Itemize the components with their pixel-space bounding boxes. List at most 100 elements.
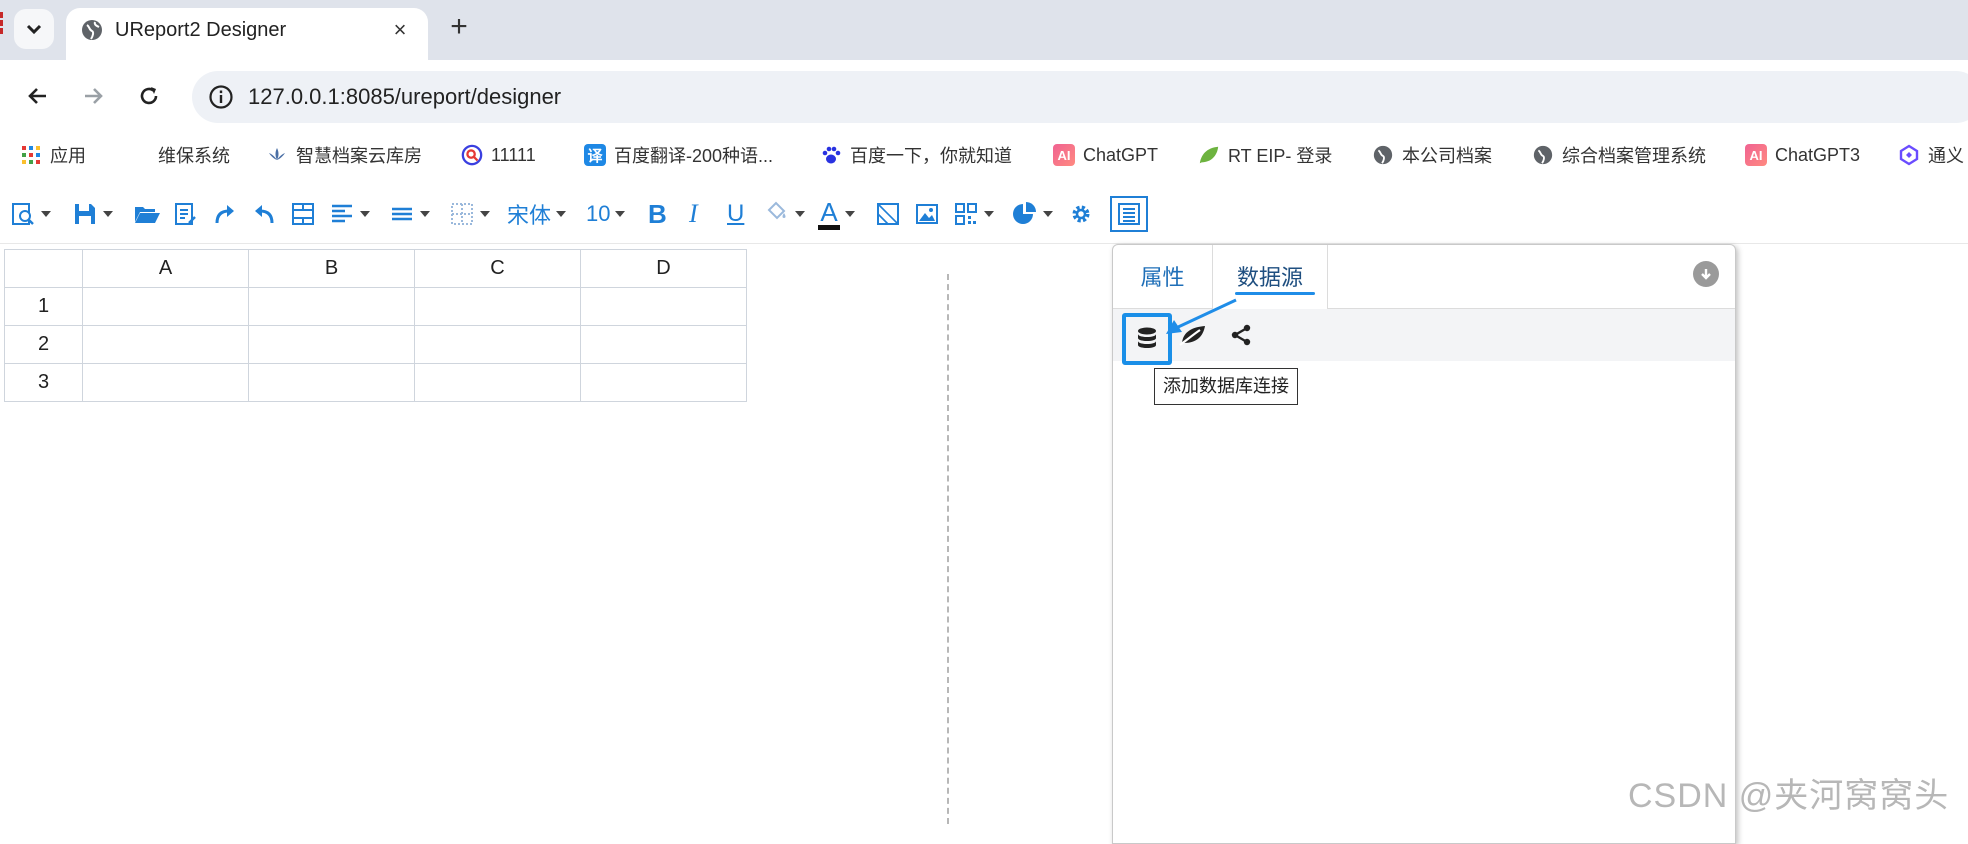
- italic-icon: I: [689, 199, 698, 228]
- grid-cell[interactable]: [580, 325, 747, 364]
- reload-button[interactable]: [131, 78, 167, 114]
- qrcode-button[interactable]: [953, 194, 994, 234]
- bold-icon: B: [648, 198, 667, 229]
- apps-grid-icon: [20, 144, 42, 166]
- panel-collapse-button[interactable]: [1693, 261, 1719, 287]
- bookmark-tongyi[interactable]: 通义: [1898, 134, 1964, 176]
- align-left-button[interactable]: [329, 194, 370, 234]
- leaf-icon: [1198, 144, 1220, 166]
- merge-cells-button[interactable]: [290, 194, 316, 234]
- paint-bucket-icon: [766, 201, 788, 227]
- bookmark-rt-eip[interactable]: RT EIP- 登录: [1198, 134, 1332, 176]
- bookmark-baidu-translate[interactable]: 译 百度翻译-200种语...: [584, 134, 773, 176]
- preview-icon: [12, 203, 34, 225]
- redo-icon: [215, 205, 234, 224]
- bold-button[interactable]: B: [648, 194, 667, 234]
- browser-tab-active[interactable]: UReport2 Designer ×: [66, 8, 428, 60]
- datasource-panel-toggle-button[interactable]: [1110, 196, 1148, 232]
- bookmark-archive-system[interactable]: 综合档案管理系统: [1532, 134, 1706, 176]
- back-button[interactable]: [20, 78, 56, 114]
- fill-color-button[interactable]: [764, 194, 805, 234]
- font-color-swatch: [818, 224, 840, 230]
- bookmarks-bar: 应用 维保系统 智慧档案云库房 11111 译 百度翻译-200种语... 百度…: [0, 134, 1968, 176]
- column-header-a[interactable]: A: [82, 249, 249, 288]
- row-header-2[interactable]: 2: [4, 325, 83, 364]
- pie-chart-icon: [1013, 202, 1036, 224]
- settings-button[interactable]: [1068, 194, 1094, 234]
- bookmark-11111[interactable]: 11111: [461, 134, 536, 176]
- row-header-3[interactable]: 3: [4, 363, 83, 402]
- italic-button[interactable]: I: [689, 194, 698, 234]
- search-circle-icon: [461, 144, 483, 166]
- undo-button[interactable]: [251, 194, 277, 234]
- slash-cell-button[interactable]: [875, 194, 901, 234]
- redo-button[interactable]: [212, 194, 238, 234]
- underline-icon: U: [727, 200, 745, 227]
- bookmark-maintenance[interactable]: 维保系统: [158, 134, 230, 176]
- ai-icon: AI: [1053, 144, 1075, 166]
- globe-icon: [1372, 144, 1394, 166]
- grid-cell[interactable]: [82, 325, 249, 364]
- grid-cell[interactable]: [248, 363, 415, 402]
- grid-cell[interactable]: [414, 287, 581, 326]
- address-bar[interactable]: 127.0.0.1:8085/ureport/designer: [192, 71, 1968, 123]
- bookmark-archive-cloud[interactable]: 智慧档案云库房: [266, 134, 422, 176]
- bookmark-chatgpt[interactable]: AI ChatGPT: [1053, 134, 1158, 176]
- reload-icon: [140, 87, 158, 105]
- tab-search-button[interactable]: [14, 9, 54, 49]
- underline-button[interactable]: U: [727, 194, 744, 234]
- open-button[interactable]: [133, 194, 161, 234]
- grid-cell[interactable]: [580, 287, 747, 326]
- bookmark-chatgpt3[interactable]: AI ChatGPT3: [1745, 134, 1860, 176]
- grid-cell[interactable]: [82, 363, 249, 402]
- row-header-1[interactable]: 1: [4, 287, 83, 326]
- folder-open-icon: [135, 207, 160, 223]
- document-edit-icon: [175, 203, 196, 225]
- bookmark-company-archive[interactable]: 本公司档案: [1372, 134, 1492, 176]
- column-header-d[interactable]: D: [580, 249, 747, 288]
- bookmark-label: 通义: [1928, 146, 1964, 166]
- grid-cell[interactable]: [414, 325, 581, 364]
- bookmark-apps[interactable]: 应用: [20, 134, 86, 176]
- grid-cell[interactable]: [248, 325, 415, 364]
- column-header-c[interactable]: C: [414, 249, 581, 288]
- grid-cell[interactable]: [248, 287, 415, 326]
- chevron-down-icon: [1043, 211, 1053, 217]
- lotus-icon: [266, 144, 288, 166]
- undo-icon: [255, 205, 274, 224]
- chevron-down-icon: [41, 211, 51, 217]
- chart-button[interactable]: [1010, 194, 1053, 234]
- arrow-down-circle-icon: [1701, 269, 1711, 280]
- import-button[interactable]: [172, 194, 198, 234]
- border-button[interactable]: [449, 194, 490, 234]
- arrow-right-icon: [85, 88, 103, 104]
- report-grid: A B C D 1 2 3: [4, 249, 747, 402]
- font-color-icon: A: [818, 199, 840, 230]
- chevron-down-icon: [556, 211, 567, 217]
- preview-button[interactable]: [10, 194, 51, 234]
- grid-corner[interactable]: [4, 249, 83, 288]
- annotation-arrow: [1166, 298, 1237, 334]
- image-button[interactable]: [914, 194, 940, 234]
- url-text[interactable]: 127.0.0.1:8085/ureport/designer: [248, 71, 561, 123]
- tab-datasource-label: 数据源: [1236, 265, 1303, 290]
- site-info-icon[interactable]: [208, 84, 234, 110]
- font-size-select[interactable]: 10: [586, 194, 626, 234]
- new-tab-button[interactable]: +: [443, 12, 475, 44]
- forward-button[interactable]: [75, 78, 111, 114]
- column-header-b[interactable]: B: [248, 249, 415, 288]
- align-left-icon: [332, 204, 352, 223]
- font-color-button[interactable]: A: [818, 194, 855, 234]
- vertical-align-button[interactable]: [389, 194, 430, 234]
- chevron-down-icon: [480, 211, 490, 217]
- font-family-select[interactable]: 宋体: [507, 194, 567, 234]
- chevron-down-icon: [103, 211, 113, 217]
- tongyi-icon: [1898, 144, 1920, 166]
- grid-cell[interactable]: [82, 287, 249, 326]
- tab-close-button[interactable]: ×: [386, 16, 414, 44]
- grid-cell[interactable]: [414, 363, 581, 402]
- translate-icon: 译: [584, 144, 606, 166]
- grid-cell[interactable]: [580, 363, 747, 402]
- save-button[interactable]: [72, 194, 113, 234]
- bookmark-baidu[interactable]: 百度一下，你就知道: [820, 134, 1012, 176]
